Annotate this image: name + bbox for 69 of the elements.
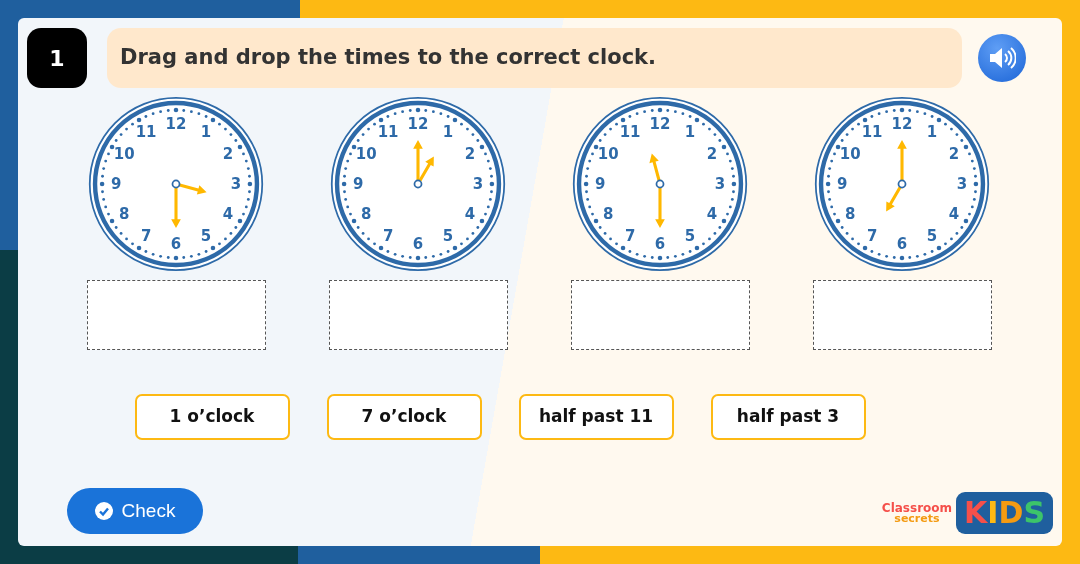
clock-numeral: 12 bbox=[407, 115, 429, 134]
speaker-button[interactable] bbox=[978, 34, 1026, 82]
clock-numeral: 11 bbox=[377, 123, 399, 142]
clock-numeral: 8 bbox=[602, 205, 614, 224]
clock-numeral: 7 bbox=[140, 227, 152, 246]
clock-numeral: 9 bbox=[110, 175, 122, 194]
clock-numeral: 10 bbox=[355, 145, 377, 164]
kids-logo: KIDS bbox=[956, 492, 1053, 534]
clock-numeral: 5 bbox=[684, 227, 696, 246]
clock-numeral: 1 bbox=[442, 123, 454, 142]
clock-numeral: 3 bbox=[714, 175, 726, 194]
clock-numeral: 12 bbox=[649, 115, 671, 134]
clock-numeral: 2 bbox=[948, 145, 960, 164]
check-button[interactable]: Check bbox=[67, 488, 203, 534]
drop-zone[interactable] bbox=[86, 280, 266, 350]
clock-center-pin bbox=[171, 179, 181, 189]
clock-center-pin bbox=[897, 179, 907, 189]
logo-text: Classroom bbox=[881, 502, 953, 515]
clock-numeral: 5 bbox=[442, 227, 454, 246]
clock-numeral: 11 bbox=[135, 123, 157, 142]
clock-numeral: 9 bbox=[594, 175, 606, 194]
clock-numeral: 6 bbox=[412, 235, 424, 254]
clock-numeral: 3 bbox=[956, 175, 968, 194]
clock-numeral: 12 bbox=[891, 115, 913, 134]
clock-numeral: 3 bbox=[230, 175, 242, 194]
clock-numeral: 7 bbox=[382, 227, 394, 246]
clock-numeral: 2 bbox=[464, 145, 476, 164]
clock-numeral: 8 bbox=[360, 205, 372, 224]
clock-numeral: 4 bbox=[222, 205, 234, 224]
clock-center-pin bbox=[655, 179, 665, 189]
answer-tile[interactable]: 1 o’clock bbox=[134, 394, 290, 440]
clock-numeral: 1 bbox=[926, 123, 938, 142]
clock-numeral: 9 bbox=[352, 175, 364, 194]
drop-zone[interactable] bbox=[328, 280, 508, 350]
clock-numeral: 2 bbox=[706, 145, 718, 164]
clock-numeral: 7 bbox=[866, 227, 878, 246]
question-number: 1 bbox=[27, 28, 87, 88]
speaker-icon bbox=[988, 46, 1016, 70]
instruction-text: Drag and drop the times to the correct clock. bbox=[107, 28, 962, 88]
clock-numeral: 6 bbox=[170, 235, 182, 254]
clock-numeral: 10 bbox=[839, 145, 861, 164]
clock-numeral: 1 bbox=[200, 123, 212, 142]
clock-numeral: 11 bbox=[619, 123, 641, 142]
clock-center-pin bbox=[413, 179, 423, 189]
clock-numeral: 5 bbox=[926, 227, 938, 246]
logo-text: secrets bbox=[893, 514, 941, 524]
clock-numeral: 4 bbox=[464, 205, 476, 224]
clock-numeral: 1 bbox=[684, 123, 696, 142]
clock-numeral: 11 bbox=[861, 123, 883, 142]
drop-zone[interactable] bbox=[812, 280, 992, 350]
clock-numeral: 7 bbox=[624, 227, 636, 246]
check-icon bbox=[94, 502, 113, 520]
drop-zone[interactable] bbox=[570, 280, 750, 350]
clock-numeral: 10 bbox=[597, 145, 619, 164]
clock-numeral: 3 bbox=[472, 175, 484, 194]
answer-tile[interactable]: 7 o’clock bbox=[326, 394, 482, 440]
clock-numeral: 8 bbox=[844, 205, 856, 224]
clock-numeral: 6 bbox=[654, 235, 666, 254]
clock-numeral: 4 bbox=[706, 205, 718, 224]
clock-numeral: 8 bbox=[118, 205, 130, 224]
clock-numeral: 9 bbox=[836, 175, 848, 194]
clock-numeral: 5 bbox=[200, 227, 212, 246]
clock-numeral: 2 bbox=[222, 145, 234, 164]
clock-numeral: 6 bbox=[896, 235, 908, 254]
clock-numeral: 10 bbox=[113, 145, 135, 164]
clock-numeral: 12 bbox=[165, 115, 187, 134]
answer-tile[interactable]: half past 11 bbox=[518, 394, 674, 440]
answer-tile[interactable]: half past 3 bbox=[710, 394, 866, 440]
clock-numeral: 4 bbox=[948, 205, 960, 224]
